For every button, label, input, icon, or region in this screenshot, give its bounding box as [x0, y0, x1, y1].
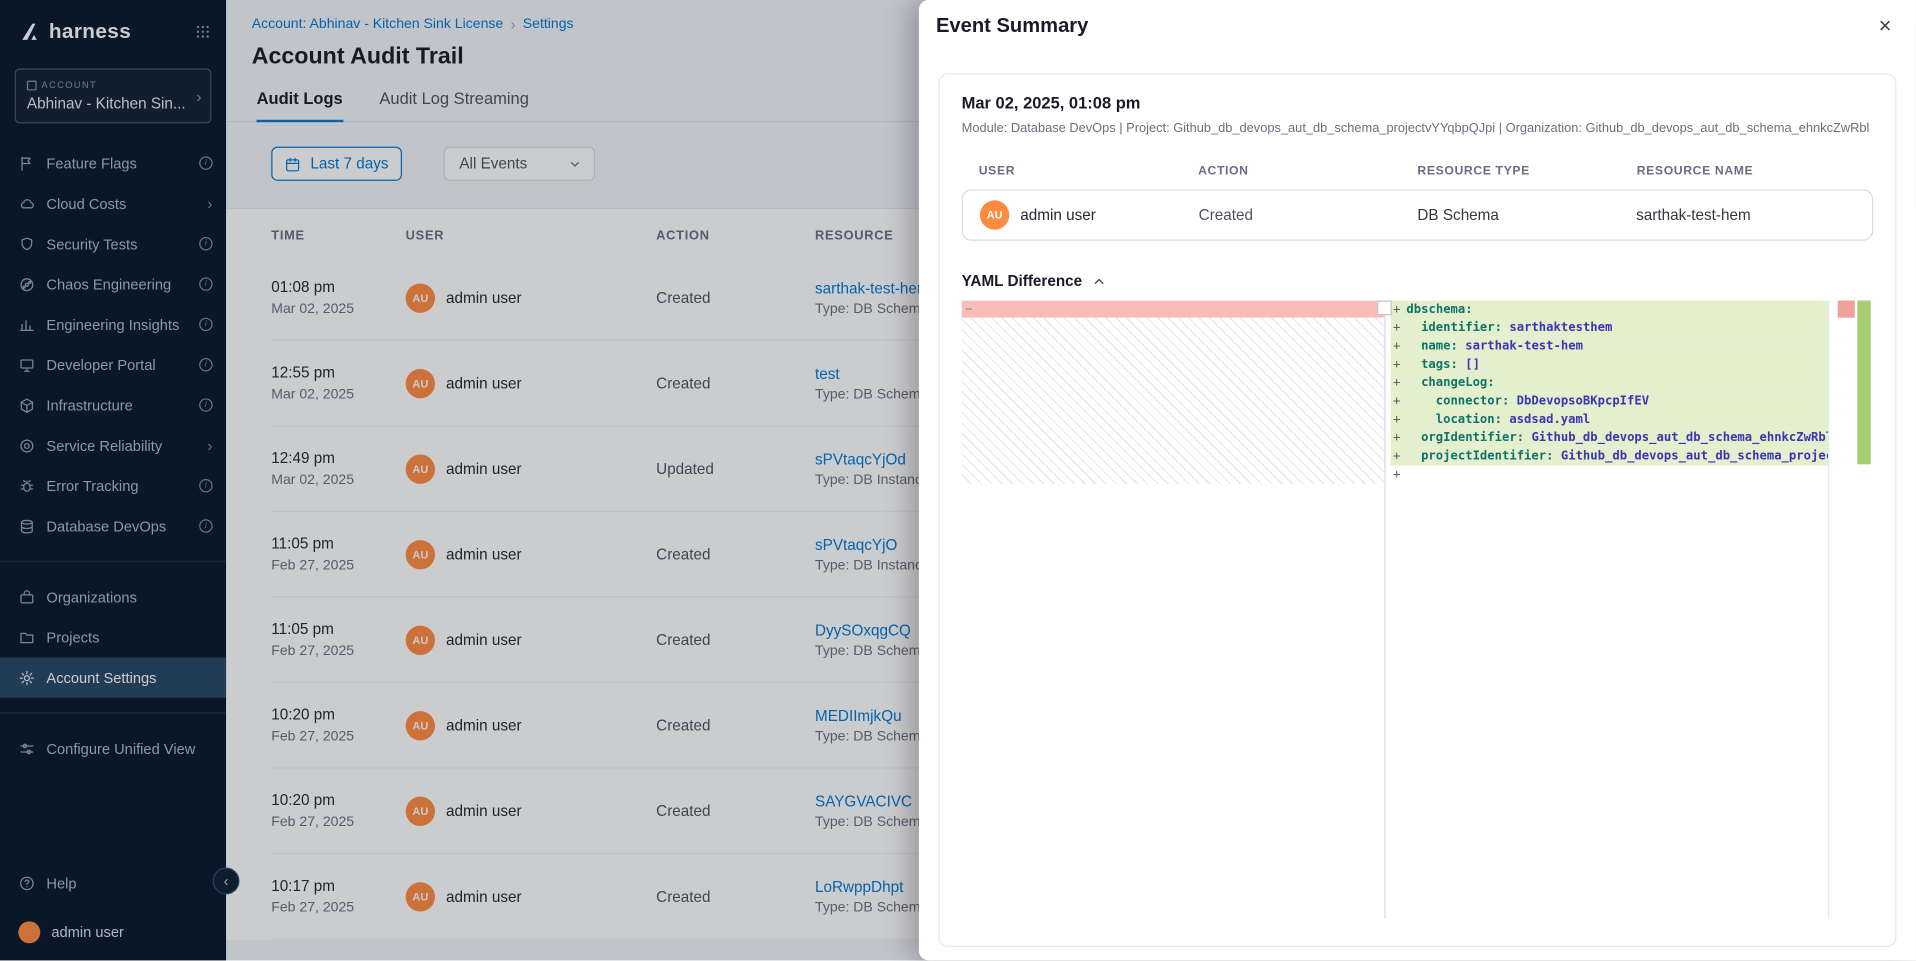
diff-removed-placeholder: − [962, 301, 1385, 318]
app-root: harness ACCOUNT Abhinav - Kitchen Sin...… [0, 0, 1916, 960]
diff-added-line: +orgIdentifier: Github_db_devops_aut_db_… [1391, 429, 1828, 447]
diff-empty-hatch [962, 318, 1385, 484]
avatar: AU [980, 200, 1009, 229]
user-name: admin user [1020, 207, 1096, 224]
cell-user: AU admin user [980, 200, 1199, 229]
event-timestamp: Mar 02, 2025, 01:08 pm [962, 94, 1874, 112]
drawer-header: Event Summary × [919, 0, 1916, 38]
diff-trailing-line: + [1391, 466, 1828, 484]
diff-added-line: +projectIdentifier: Github_db_devops_aut… [1391, 447, 1828, 465]
diff-added-line: +changeLog: [1391, 374, 1828, 392]
diff-added-line: +name: sarthak-test-hem [1391, 337, 1828, 355]
diff-added-line: +dbschema: [1391, 301, 1828, 319]
detail-table-row: AU admin user Created DB Schema sarthak-… [962, 189, 1874, 240]
column-header-user: USER [979, 165, 1198, 178]
diff-added-line: +tags: [] [1391, 356, 1828, 374]
column-header-resource-type: RESOURCE TYPE [1417, 165, 1636, 178]
cell-action: Created [1199, 207, 1418, 224]
diff-added-line: +identifier: sarthaktesthem [1391, 319, 1828, 337]
drawer-title: Event Summary [936, 15, 1088, 38]
diff-pane-divider [1384, 301, 1385, 919]
close-icon[interactable]: × [1879, 15, 1892, 37]
column-header-resource-name: RESOURCE NAME [1637, 165, 1856, 178]
chevron-up-icon [1092, 274, 1105, 287]
column-header-action: ACTION [1198, 165, 1417, 178]
yaml-diff-viewer: − +dbschema:+identifier: sarthaktesthem+… [962, 301, 1874, 919]
detail-table-header: USER ACTION RESOURCE TYPE RESOURCE NAME [962, 165, 1874, 178]
diff-overview-ruler [1828, 301, 1873, 919]
yaml-difference-label: YAML Difference [962, 272, 1083, 289]
diff-original-pane: − [962, 301, 1385, 919]
yaml-difference-toggle[interactable]: YAML Difference [962, 272, 1874, 289]
diff-ruler-removed-mark [1838, 301, 1855, 318]
event-meta: Module: Database DevOps | Project: Githu… [962, 121, 1874, 136]
diff-added-line: +location: asdsad.yaml [1391, 411, 1828, 429]
event-summary-drawer: Event Summary × Mar 02, 2025, 01:08 pm M… [919, 0, 1916, 960]
diff-modified-pane: +dbschema:+identifier: sarthaktesthem+na… [1391, 301, 1828, 919]
diff-added-line: +connector: DbDevopsoBKpcpIfEV [1391, 392, 1828, 410]
cell-resource-type: DB Schema [1417, 207, 1636, 224]
diff-ruler-added-mark [1857, 301, 1870, 465]
cell-resource-name: sarthak-test-hem [1636, 207, 1855, 224]
event-summary-card: Mar 02, 2025, 01:08 pm Module: Database … [938, 73, 1896, 947]
diff-splitter-handle[interactable] [1377, 301, 1392, 316]
